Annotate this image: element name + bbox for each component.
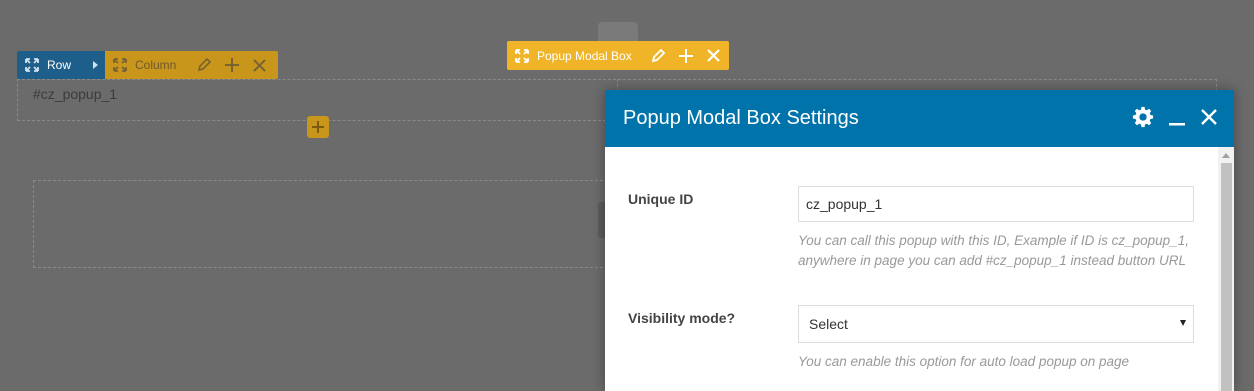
modal-minimize-button[interactable] <box>1168 107 1186 132</box>
unique-id-help-line1: You can call this popup with this ID, Ex… <box>798 233 1189 248</box>
row-toolbar[interactable]: Row <box>17 51 105 79</box>
popup-remove-button[interactable] <box>706 48 721 63</box>
column-toolbar[interactable]: Column <box>105 51 278 79</box>
unique-id-help-line2: anywhere in page you can add #cz_popup_1… <box>798 253 1187 268</box>
close-icon <box>253 58 267 72</box>
popup-toolbar-label: Popup Modal Box <box>537 48 632 63</box>
unique-id-label: Unique ID <box>628 191 694 207</box>
modal-header-actions <box>1132 106 1218 133</box>
row-toolbar-label: Row <box>47 58 72 72</box>
unique-id-input[interactable] <box>798 186 1194 222</box>
pencil-icon <box>198 57 212 72</box>
close-icon <box>1201 109 1217 125</box>
move-arrows-icon[interactable] <box>25 58 39 72</box>
visibility-mode-selected: Select <box>809 316 848 332</box>
empty-column-placeholder <box>33 180 633 268</box>
visibility-mode-select[interactable]: Select <box>798 305 1194 343</box>
modal-scrollbar[interactable] <box>1218 147 1234 391</box>
plus-icon <box>678 48 693 63</box>
modal-close-button[interactable] <box>1200 108 1218 131</box>
move-arrows-icon[interactable] <box>515 48 529 63</box>
plus-icon <box>312 121 324 133</box>
add-element-button[interactable] <box>307 116 329 138</box>
move-arrows-icon[interactable] <box>113 58 127 72</box>
caret-right-icon[interactable] <box>93 61 99 69</box>
popup-edit-button[interactable] <box>650 48 666 64</box>
scroll-up-arrow-icon[interactable] <box>1222 153 1230 158</box>
popup-anchor-text: #cz_popup_1 <box>33 86 118 102</box>
popup-add-button[interactable] <box>678 48 694 64</box>
modal-header[interactable]: Popup Modal Box Settings <box>605 90 1234 147</box>
plus-icon <box>225 58 240 72</box>
settings-modal: Popup Modal Box Settings Unique ID cz_po… <box>605 90 1234 391</box>
gear-icon <box>1132 106 1154 128</box>
popup-element-toolbar[interactable]: Popup Modal Box <box>507 41 729 70</box>
minimize-icon <box>1169 123 1185 126</box>
pencil-icon <box>651 48 666 62</box>
visibility-mode-label: Visibility mode? <box>628 310 736 326</box>
column-toolbar-label: Column <box>135 58 177 72</box>
modal-body: Unique ID You can call this popup with t… <box>605 147 1218 391</box>
modal-settings-button[interactable] <box>1132 106 1154 133</box>
close-icon <box>706 49 720 62</box>
scrollbar-thumb[interactable] <box>1221 163 1232 391</box>
modal-title: Popup Modal Box Settings <box>623 107 859 129</box>
chevron-down-icon <box>1180 320 1186 326</box>
column-add-button[interactable] <box>224 57 240 73</box>
column-remove-button[interactable] <box>252 58 267 73</box>
visibility-mode-help: You can enable this option for auto load… <box>798 354 1130 369</box>
column-edit-button[interactable] <box>196 57 212 73</box>
